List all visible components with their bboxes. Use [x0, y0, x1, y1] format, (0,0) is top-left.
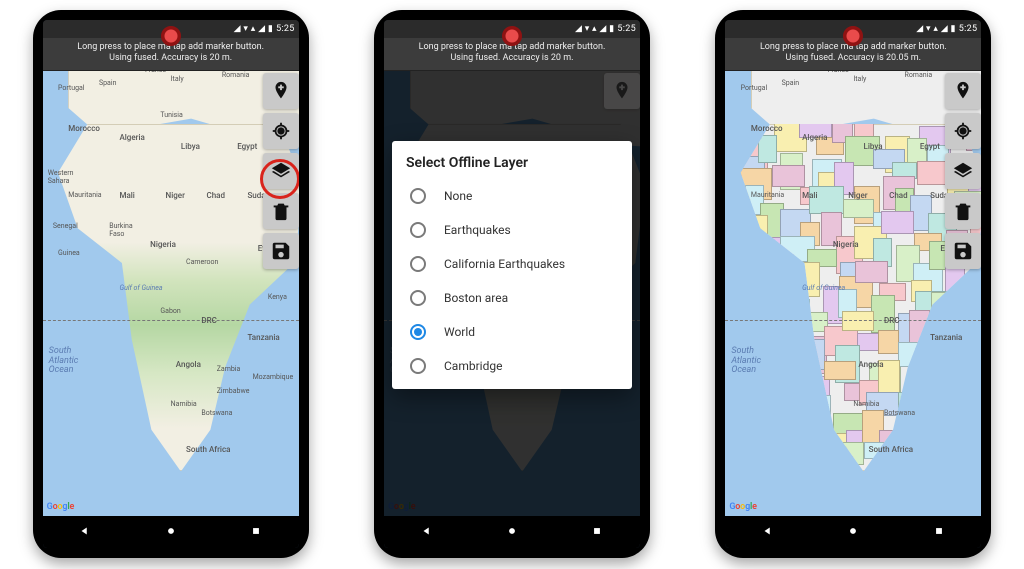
status-time: 5:25	[276, 24, 295, 34]
radio-option-boston-area[interactable]: Boston area	[406, 281, 618, 315]
back-button[interactable]	[78, 523, 92, 542]
delete-button[interactable]	[945, 193, 981, 229]
radio-icon	[410, 358, 426, 374]
radio-checked-icon	[410, 324, 426, 340]
back-button[interactable]	[420, 523, 434, 542]
locate-button[interactable]	[263, 113, 299, 149]
google-badge: Google	[47, 502, 74, 512]
equator-line	[43, 320, 299, 321]
save-icon	[952, 240, 974, 262]
screen: ◢ ▾ ▴ ◢ ▮ 5:25 Long press to place ma ta…	[43, 20, 299, 548]
pin-plus-icon	[270, 80, 292, 102]
locate-button[interactable]	[945, 113, 981, 149]
radio-icon	[410, 256, 426, 272]
radio-option-none[interactable]: None	[406, 179, 618, 213]
crosshair-icon	[270, 120, 292, 142]
status-time: 5:25	[959, 24, 978, 34]
radio-icon	[410, 188, 426, 204]
save-button[interactable]	[945, 233, 981, 269]
radio-option-world[interactable]: World	[406, 315, 618, 349]
phone-right: ◢ ▾ ▴ ◢ ▮ 5:25 Long press to place ma ta…	[715, 10, 991, 558]
add-marker-button[interactable]	[263, 73, 299, 109]
save-button[interactable]	[263, 233, 299, 269]
gulf-label: Gulf of Guinea	[119, 284, 162, 292]
recents-button[interactable]	[590, 523, 604, 542]
home-button[interactable]	[505, 523, 519, 542]
dialog-title: Select Offline Layer	[406, 155, 618, 171]
status-icons: ◢ ▾ ▴ ◢ ▮	[234, 24, 273, 34]
phone-notch	[502, 26, 522, 46]
offline-layer-dialog: Select Offline Layer None Earthquakes Ca…	[392, 141, 632, 389]
phone-notch	[843, 26, 863, 46]
fab-column	[263, 73, 299, 269]
android-navbar	[43, 516, 299, 548]
save-icon	[270, 240, 292, 262]
map-area-layered[interactable]: Portugal Spain France Italy Romania Moro…	[725, 71, 981, 517]
recents-button[interactable]	[249, 523, 263, 542]
radio-option-california-earthquakes[interactable]: California Earthquakes	[406, 247, 618, 281]
home-button[interactable]	[164, 523, 178, 542]
phone-middle: ◢ ▾ ▴ ◢ ▮ 5:25 Long press to place ma ta…	[374, 10, 650, 558]
layers-button[interactable]	[945, 153, 981, 189]
layers-button[interactable]	[263, 153, 299, 189]
radio-option-cambridge[interactable]: Cambridge	[406, 349, 618, 383]
trash-icon	[952, 200, 974, 222]
map-area-dimmed: SouthAtlanticOcean Google Select Offline…	[384, 71, 640, 517]
android-navbar	[384, 516, 640, 548]
crosshair-icon	[952, 120, 974, 142]
layers-icon	[952, 160, 974, 182]
phone-notch	[161, 26, 181, 46]
back-button[interactable]	[761, 523, 775, 542]
screen: ◢ ▾ ▴ ◢ ▮ 5:25 Long press to place ma ta…	[725, 20, 981, 548]
pin-plus-icon	[952, 80, 974, 102]
layers-icon	[270, 160, 292, 182]
south-atlantic-label: SouthAtlanticOcean	[49, 347, 79, 377]
radio-option-earthquakes[interactable]: Earthquakes	[406, 213, 618, 247]
add-marker-button[interactable]	[945, 73, 981, 109]
trash-icon	[270, 200, 292, 222]
screen: ◢ ▾ ▴ ◢ ▮ 5:25 Long press to place ma ta…	[384, 20, 640, 548]
radio-icon	[410, 222, 426, 238]
delete-button[interactable]	[263, 193, 299, 229]
map-area[interactable]: Portugal Spain France Italy Romania Moro…	[43, 71, 299, 517]
home-button[interactable]	[846, 523, 860, 542]
recents-button[interactable]	[932, 523, 946, 542]
radio-icon	[410, 290, 426, 306]
android-navbar	[725, 516, 981, 548]
phone-left: ◢ ▾ ▴ ◢ ▮ 5:25 Long press to place ma ta…	[33, 10, 309, 558]
fab-column	[945, 73, 981, 269]
status-time: 5:25	[617, 24, 636, 34]
google-badge: Google	[729, 502, 756, 512]
